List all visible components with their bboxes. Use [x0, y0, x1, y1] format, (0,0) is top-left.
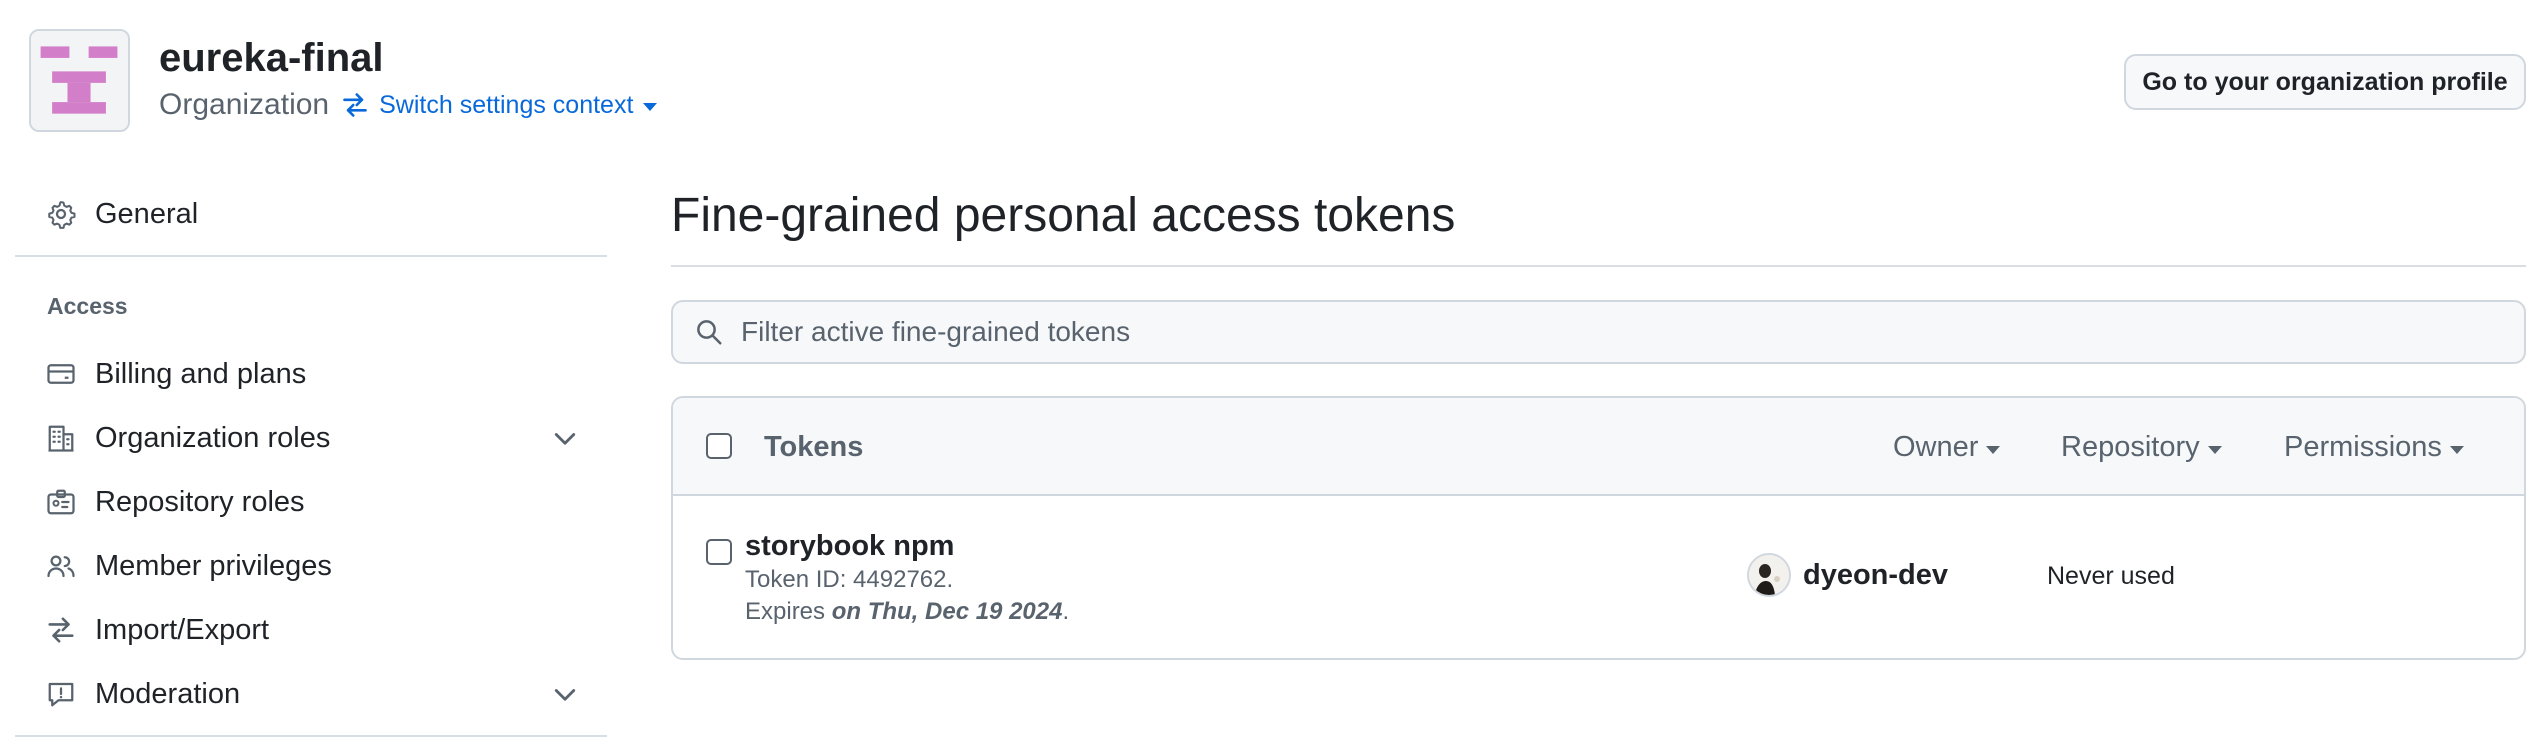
identicon-image [31, 31, 128, 130]
sidebar-divider [15, 735, 607, 737]
sidebar-heading-access: Access [47, 293, 128, 319]
sidebar-item-billing-and-plans[interactable]: Billing and plans [45, 348, 597, 400]
page-title: Fine-grained personal access tokens [671, 189, 1456, 242]
sidebar-item-moderation[interactable]: Moderation [45, 668, 597, 720]
expires-suffix: . [1062, 598, 1070, 625]
owner-name: dyeon-dev [1803, 558, 1949, 591]
sidebar-item-import-export[interactable]: Import/Export [45, 604, 597, 656]
organization-kind-label: Organization [159, 88, 330, 121]
id-badge-icon [45, 486, 77, 518]
token-owner[interactable]: dyeon-dev [1747, 553, 1948, 597]
chevron-down-icon[interactable] [551, 424, 579, 452]
tokens-table-header: Tokens Owner Repository Permissions [673, 398, 2524, 496]
search-icon [693, 316, 725, 348]
caret-down-icon [2207, 445, 2222, 454]
sidebar-divider [15, 255, 607, 257]
repository-filter-label: Repository [2061, 431, 2200, 463]
sidebar-item-label: Moderation [95, 677, 241, 710]
owner-filter-label: Owner [1893, 431, 1979, 463]
sidebar-item-label: Member privileges [95, 549, 332, 582]
tokens-table: Tokens Owner Repository Permissions stor… [671, 396, 2526, 660]
organization-name: eureka-final [159, 36, 384, 80]
sidebar-item-label: Billing and plans [95, 357, 307, 390]
expires-date: on Thu, Dec 19 2024 [831, 598, 1063, 625]
select-all-checkbox[interactable] [706, 433, 732, 459]
sidebar-item-label: Repository roles [95, 485, 305, 518]
gear-icon [45, 198, 77, 230]
people-icon [45, 550, 77, 582]
sidebar-item-member-privileges[interactable]: Member privileges [45, 540, 597, 592]
switch-settings-context-label: Switch settings context [379, 90, 634, 119]
token-filter-box[interactable] [671, 300, 2526, 364]
token-expiration: Expires on Thu, Dec 19 2024. [745, 598, 1069, 626]
report-icon [45, 678, 77, 710]
sidebar-item-general[interactable]: General [45, 188, 597, 240]
tokens-column-label: Tokens [764, 431, 864, 463]
go-to-organization-profile-button[interactable]: Go to your organization profile [2124, 54, 2526, 110]
sidebar-item-label: Import/Export [95, 613, 270, 646]
credit-card-icon [45, 358, 77, 390]
token-last-used: Never used [2047, 562, 2175, 590]
owner-filter-dropdown[interactable]: Owner [1893, 431, 2001, 464]
title-divider [671, 265, 2526, 267]
caret-down-icon [2449, 445, 2464, 454]
token-row-checkbox[interactable] [706, 539, 732, 565]
expires-prefix: Expires [745, 598, 832, 625]
caret-down-icon [643, 103, 658, 111]
sidebar-item-repository-roles[interactable]: Repository roles [45, 476, 597, 528]
organization-subtitle: Organization Switch settings context [159, 88, 658, 122]
token-name-link[interactable]: storybook npm [745, 530, 954, 563]
sidebar-item-label: General [95, 197, 199, 230]
organization-icon [45, 422, 77, 454]
avatar [1747, 553, 1791, 597]
repository-filter-dropdown[interactable]: Repository [2061, 431, 2222, 464]
token-id: Token ID: 4492762. [745, 566, 954, 593]
permissions-filter-label: Permissions [2284, 431, 2442, 463]
arrow-switch-icon [45, 614, 77, 646]
sidebar-item-label: Organization roles [95, 421, 331, 454]
switch-settings-context-link[interactable]: Switch settings context [341, 90, 658, 120]
table-row: storybook npm Token ID: 4492762. Expires… [673, 496, 2524, 658]
chevron-down-icon[interactable] [551, 680, 579, 708]
caret-down-icon [1986, 445, 2001, 454]
settings-header: eureka-final Organization Switch setting… [0, 0, 2540, 140]
arrow-switch-icon [343, 93, 367, 117]
permissions-filter-dropdown[interactable]: Permissions [2284, 431, 2464, 464]
sidebar-item-organization-roles[interactable]: Organization roles [45, 412, 597, 464]
organization-avatar[interactable] [29, 29, 130, 132]
token-filter-input[interactable] [739, 315, 2439, 349]
